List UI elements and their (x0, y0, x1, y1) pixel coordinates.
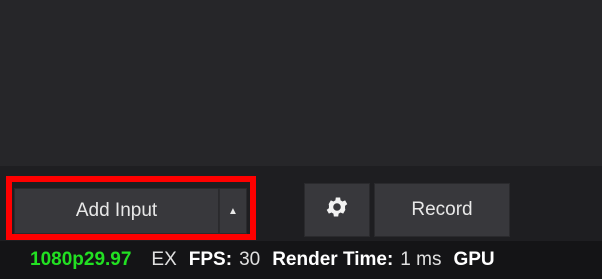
gear-icon (324, 194, 350, 226)
add-input-dropdown-button[interactable]: ▲ (219, 188, 247, 234)
record-label: Record (411, 199, 473, 220)
caret-up-icon: ▲ (228, 205, 238, 217)
add-input-label: Add Input (75, 200, 158, 221)
ex-label: EX (151, 249, 177, 270)
video-format: 1080p29.97 (30, 249, 132, 270)
toolbar: Add Input ▲ Record (0, 166, 602, 241)
status-bar: 1080p29.97 EX FPS: 30 Render Time: 1 ms … (0, 241, 602, 279)
fps-value: 30 (239, 249, 261, 270)
preview-area (0, 0, 602, 166)
add-input-button[interactable]: Add Input (14, 188, 219, 234)
render-time-label: Render Time: (272, 249, 394, 270)
fps-label: FPS: (188, 249, 233, 270)
app-window: Add Input ▲ Record 1080p29.97 EX FPS: 30… (0, 0, 602, 279)
render-time-value: 1 ms (400, 249, 442, 270)
settings-button[interactable] (304, 183, 370, 237)
gpu-label: GPU (453, 249, 495, 270)
record-button[interactable]: Record (374, 183, 510, 237)
